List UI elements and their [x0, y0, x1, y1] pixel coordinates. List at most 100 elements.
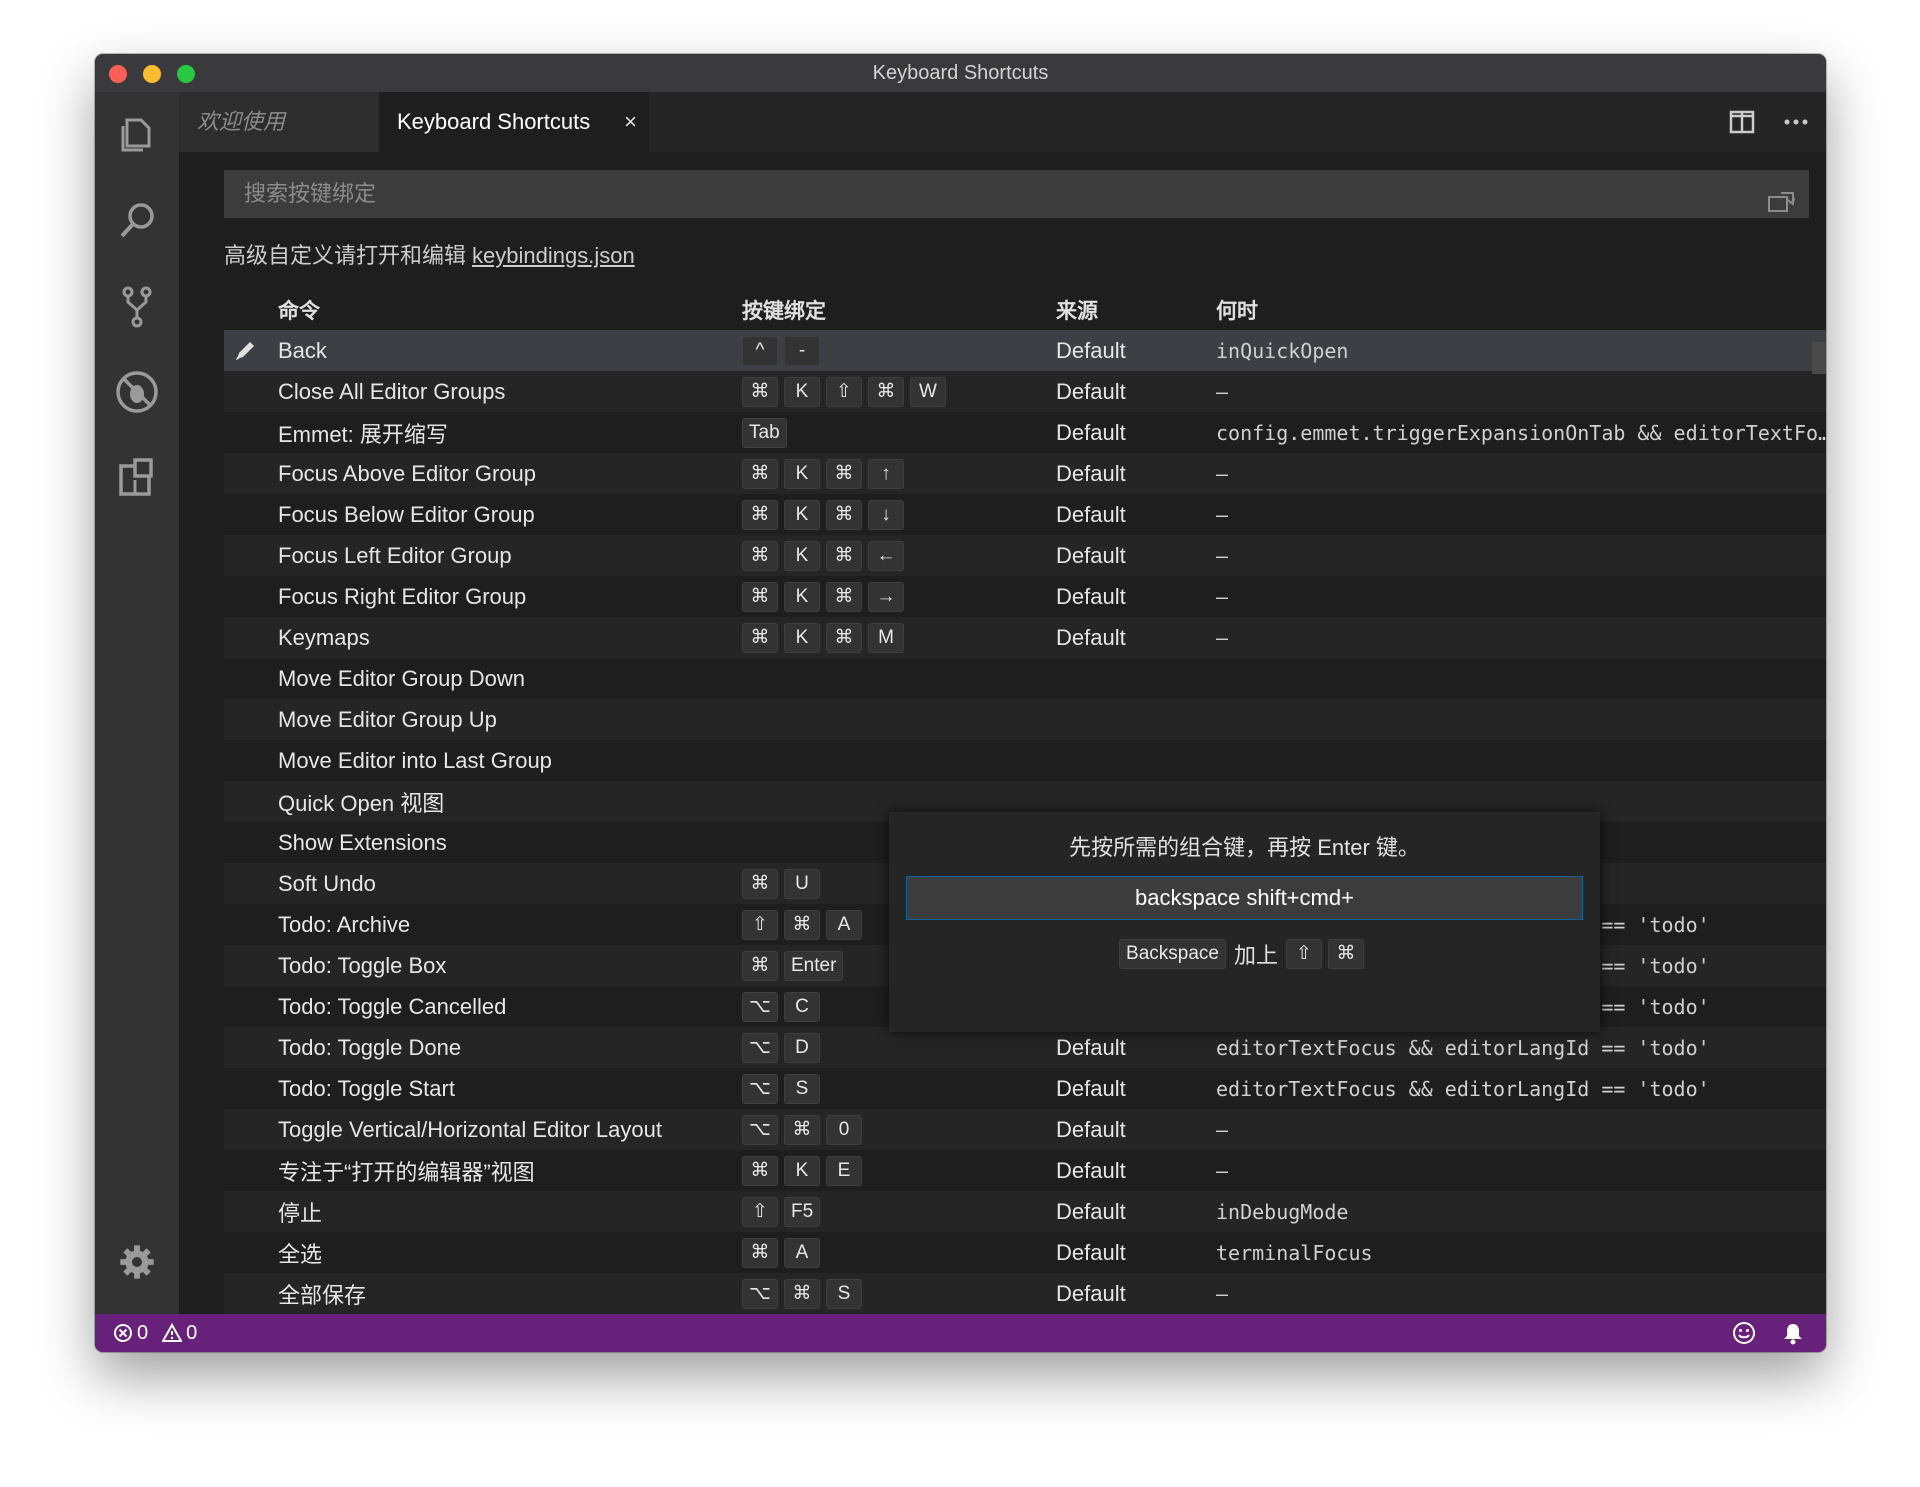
cell-when: — [1216, 1281, 1229, 1306]
key-cap: K [784, 376, 820, 407]
cell-command: Todo: Archive [278, 911, 411, 937]
table-row[interactable]: Focus Left Editor Group ⌘ K ⌘ ← Default — [224, 535, 1826, 576]
search-input[interactable]: 搜索按键绑定 [224, 170, 1809, 218]
cell-source: Default [1056, 1116, 1126, 1142]
split-editor-icon[interactable] [1726, 106, 1758, 138]
key-cap: ↑ [868, 458, 904, 489]
tab-keyboard-shortcuts-label: Keyboard Shortcuts [397, 109, 591, 134]
table-row[interactable]: Back ^ - Default inQuickOpen [224, 330, 1826, 371]
advanced-hint: 高级自定义请打开和编辑 keybindings.json [224, 240, 635, 272]
key-cap: ⌘ [742, 540, 778, 571]
key-cap: ⌘ [868, 376, 904, 407]
window-title: Keyboard Shortcuts [872, 62, 1049, 84]
cell-keybinding: ⌥ ⌘ S [742, 1273, 868, 1314]
cell-keybinding: ⌘ K E [742, 1150, 868, 1191]
table-row[interactable]: Focus Below Editor Group ⌘ K ⌘ ↓ Default — [224, 494, 1826, 535]
cell-source: Default [1056, 501, 1126, 527]
cell-keybinding: ⌘ K ⌘ M [742, 617, 910, 658]
key-cap: → [868, 581, 904, 612]
key-cap: ⌥ [742, 991, 778, 1022]
more-actions-icon[interactable] [1780, 106, 1812, 138]
settings-gear-icon[interactable] [117, 1242, 157, 1282]
cell-when: — [1216, 543, 1229, 568]
table-row[interactable]: 全选 ⌘ A Default terminalFocus [224, 1232, 1826, 1273]
cell-source: Default [1056, 542, 1126, 568]
error-count: 0 [137, 1321, 149, 1344]
key-cap: C [784, 991, 820, 1022]
hint-text: 高级自定义请打开和编辑 [224, 243, 467, 268]
key-cap: S [784, 1073, 820, 1104]
cell-command: Show Extensions [278, 829, 447, 855]
feedback-smiley-icon[interactable] [1732, 1321, 1756, 1345]
notifications-bell-icon[interactable] [1782, 1321, 1804, 1345]
table-row[interactable]: Focus Right Editor Group ⌘ K ⌘ → Default — [224, 576, 1826, 617]
source-control-icon[interactable] [113, 282, 161, 330]
table-row[interactable]: Todo: Toggle Start ⌥ S Default editorTextFoc… [224, 1068, 1826, 1109]
key-cap: K [784, 581, 820, 612]
tab-close-icon[interactable]: × [624, 92, 637, 152]
table-row[interactable]: Keymaps ⌘ K ⌘ M Default — [224, 617, 1826, 658]
cell-source: Default [1056, 337, 1126, 363]
cell-keybinding: Tab [742, 412, 793, 453]
tab-welcome-label: 欢迎使用 [197, 109, 286, 134]
key-cap: ⌘ [826, 622, 862, 653]
key-cap: ⌘ [742, 622, 778, 653]
cell-keybinding: ⇧ F5 [742, 1191, 826, 1232]
cell-keybinding: ⌘ K ⇧ ⌘ W [742, 371, 952, 412]
key-cap: W [910, 376, 946, 407]
search-icon[interactable] [113, 196, 161, 244]
key-cap: A [784, 1237, 820, 1268]
table-row[interactable]: Move Editor into Last Group [224, 740, 1826, 781]
cell-keybinding: ⌘ A [742, 1232, 826, 1273]
cell-when: — [1216, 379, 1229, 404]
cell-source: Default [1056, 1280, 1126, 1306]
debug-icon[interactable] [113, 368, 161, 416]
cell-command: Emmet: 展开缩写 [278, 421, 448, 447]
key-cap: ⌘ [784, 1278, 820, 1309]
problems-status[interactable]: 0 0 [113, 1314, 197, 1352]
title-bar: Keyboard Shortcuts [95, 54, 1826, 93]
table-row[interactable]: Move Editor Group Down [224, 658, 1826, 699]
key-cap: F5 [784, 1196, 821, 1227]
table-row[interactable]: Toggle Vertical/Horizontal Editor Layout… [224, 1109, 1826, 1150]
tab-keyboard-shortcuts[interactable]: Keyboard Shortcuts × [379, 92, 649, 152]
table-row[interactable]: Emmet: 展开缩写 Tab Default config.emmet.trigge… [224, 412, 1826, 453]
cell-when: editorTextFocus && editorLangId == 'todo… [1216, 1076, 1710, 1101]
table-row[interactable]: Close All Editor Groups ⌘ K ⇧ ⌘ W Default — [224, 371, 1826, 412]
cell-command: Move Editor Group Up [278, 706, 497, 732]
table-row[interactable]: Focus Above Editor Group ⌘ K ⌘ ↑ Default — [224, 453, 1826, 494]
tab-welcome[interactable]: 欢迎使用 [179, 92, 379, 152]
edit-pencil-icon[interactable] [232, 338, 258, 364]
explorer-icon[interactable] [113, 110, 161, 158]
key-cap: ↓ [868, 499, 904, 530]
warning-icon [162, 1323, 183, 1343]
cell-command: Focus Below Editor Group [278, 501, 535, 527]
key-cap: ← [868, 540, 904, 571]
cell-command: Todo: Toggle Cancelled [278, 993, 507, 1019]
cell-command: Focus Right Editor Group [278, 583, 527, 609]
cell-keybinding: ⌘ Enter [742, 945, 849, 986]
table-row[interactable]: Todo: Toggle Done ⌥ D Default editorTextFocu… [224, 1027, 1826, 1068]
cell-command: Focus Above Editor Group [278, 460, 537, 486]
keybinding-input[interactable]: backspace shift+cmd+ [906, 876, 1583, 920]
table-row[interactable]: 全部保存 ⌥ ⌘ S Default — [224, 1273, 1826, 1314]
key-cap: ⌘ [742, 1237, 778, 1268]
key-cap: K [784, 458, 820, 489]
key-cap: ⇧ [826, 376, 862, 407]
key-cap: ⌘ [742, 376, 778, 407]
key-cap: ⌥ [742, 1032, 778, 1063]
key-cap: ⌘ [784, 909, 820, 940]
key-cap: ⌘ [826, 540, 862, 571]
table-row[interactable]: Move Editor Group Up [224, 699, 1826, 740]
cell-when: — [1216, 461, 1229, 486]
dialog-message: 先按所需的组合键，再按 Enter 键。 [1069, 835, 1420, 860]
key-cap: ⌘ [742, 1155, 778, 1186]
table-row[interactable]: 停止 ⇧ F5 Default inDebugMode [224, 1191, 1826, 1232]
table-header: 命令 按键绑定 来源 何时 [224, 290, 1826, 330]
scrollbar-thumb[interactable] [1812, 342, 1826, 374]
keybindings-json-link[interactable]: keybindings.json [472, 243, 635, 268]
sort-precedence-icon[interactable] [1767, 182, 1796, 212]
cell-keybinding: ⇧ ⌘ A [742, 904, 868, 945]
extensions-icon[interactable] [113, 454, 161, 502]
table-row[interactable]: 专注于“打开的编辑器”视图 ⌘ K E Default — [224, 1150, 1826, 1191]
